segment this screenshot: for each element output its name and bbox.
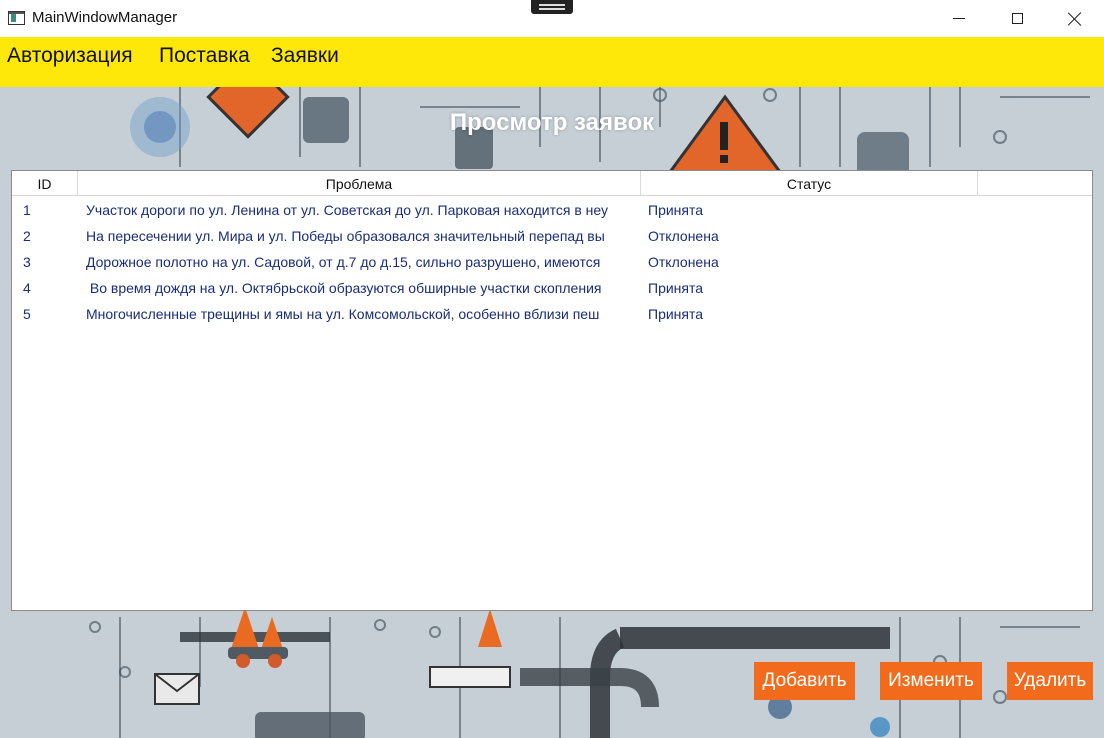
menu-item-supply[interactable]: Поставка [159,44,250,68]
page-title: Просмотр заявок [449,109,655,136]
maximize-icon [1011,13,1023,24]
table-row[interactable]: 2 На пересечении ул. Мира и ул. Победы о… [12,224,1092,250]
maximize-button[interactable] [988,0,1046,37]
table-row[interactable]: 1 Участок дороги по ул. Ленина от ул. Со… [12,198,1092,224]
minimize-icon [953,18,965,19]
table-row[interactable]: 5 Многочисленные трещины и ямы на ул. Ко… [12,302,1092,328]
column-header-id[interactable]: ID [12,171,78,196]
cell-id: 5 [23,306,31,322]
window-title: MainWindowManager [32,9,178,26]
cell-problem: Участок дороги по ул. Ленина от ул. Сове… [86,202,609,218]
cell-status: Отклонена [648,228,719,244]
cell-problem: Во время дождя на ул. Октябрьской образу… [86,280,602,296]
cell-problem: На пересечении ул. Мира и ул. Победы обр… [86,228,605,244]
column-header-status[interactable]: Статус [641,171,978,196]
delete-button[interactable]: Удалить [1007,662,1093,700]
title-bar[interactable]: MainWindowManager [0,0,1104,37]
cell-id: 2 [23,228,31,244]
column-header-filler [978,171,1088,196]
cell-status: Принята [648,306,704,322]
content-area: Просмотр заявок ID Проблема Статус 1 Уча… [0,87,1104,738]
cell-problem: Дорожное полотно на ул. Садовой, от д.7 … [86,254,601,270]
table-body: 1 Участок дороги по ул. Ленина от ул. Со… [12,198,1092,328]
drag-handle-icon[interactable] [531,0,573,14]
app-window-icon [8,11,25,25]
cell-problem: Многочисленные трещины и ямы на ул. Комс… [86,306,600,322]
column-header-problem[interactable]: Проблема [78,171,641,196]
close-button[interactable] [1046,0,1104,37]
menu-item-requests[interactable]: Заявки [271,44,339,68]
edit-button[interactable]: Изменить [880,662,982,700]
add-button[interactable]: Добавить [754,662,855,700]
close-icon [1068,12,1082,26]
minimize-button[interactable] [930,0,988,37]
cell-status: Отклонена [648,254,719,270]
table-row[interactable]: 4 Во время дождя на ул. Октябрьской обра… [12,276,1092,302]
cell-status: Принята [648,280,704,296]
cell-id: 1 [23,202,31,218]
menu-item-authorization[interactable]: Авторизация [7,44,133,68]
requests-table[interactable]: ID Проблема Статус 1 Участок дороги по у… [11,170,1093,611]
cell-id: 3 [23,254,31,270]
cell-status: Принята [648,202,704,218]
table-row[interactable]: 3 Дорожное полотно на ул. Садовой, от д.… [12,250,1092,276]
cell-id: 4 [23,280,31,296]
table-header: ID Проблема Статус [12,171,1092,196]
menu-bar: Авторизация Поставка Заявки [0,37,1104,87]
